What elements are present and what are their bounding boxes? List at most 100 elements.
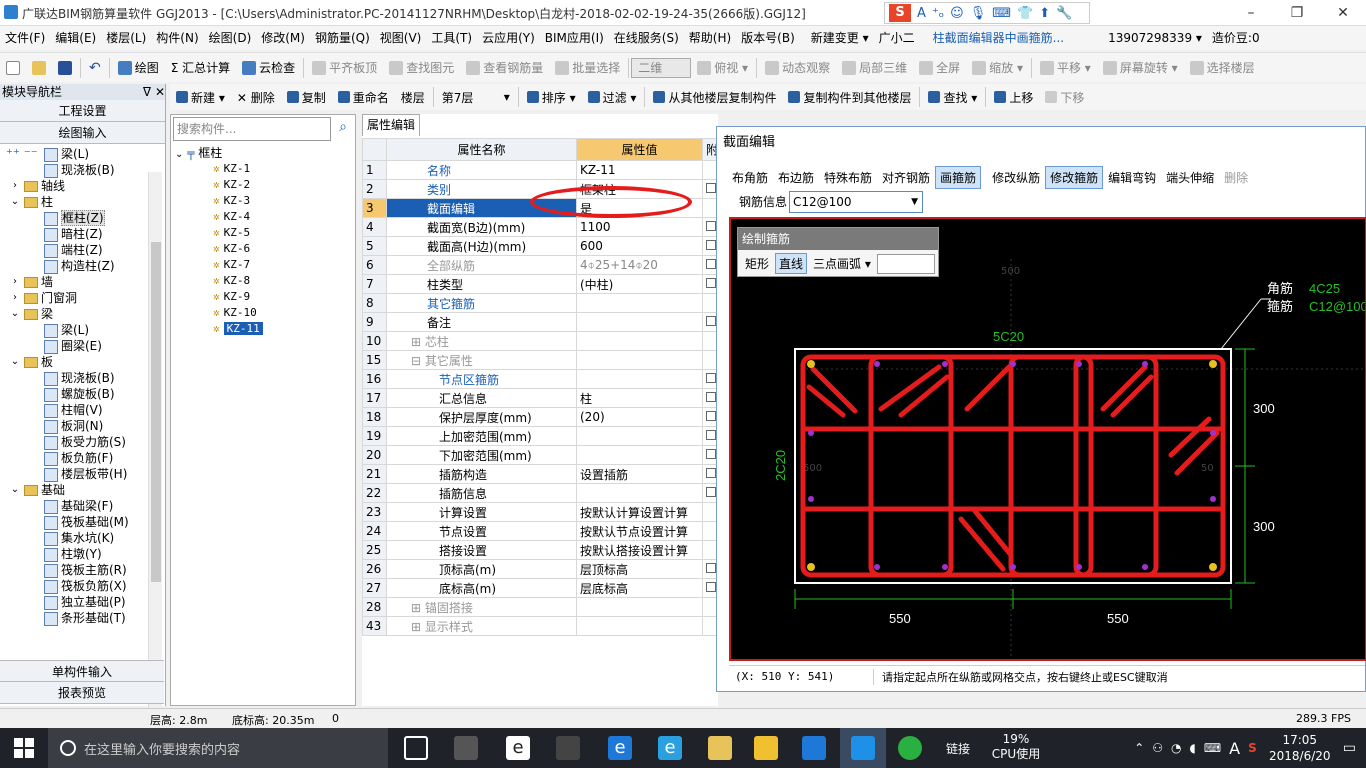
glodon-icon[interactable] (802, 736, 826, 760)
ime-item[interactable]: ⬆ (1039, 6, 1050, 21)
property-value[interactable] (576, 312, 703, 332)
component-item[interactable]: ✲ KZ-2 (213, 177, 250, 193)
menu-item[interactable]: 楼层(L) (101, 26, 151, 50)
property-value[interactable]: 层顶标高 (576, 559, 703, 579)
nav-folder[interactable]: ⌄ 柱 (0, 194, 164, 210)
menu-item[interactable]: 帮助(H) (684, 26, 736, 50)
component-toolbar-button[interactable]: 查找 ▾ (922, 84, 983, 110)
toolbar-button[interactable]: 平移 ▾ (1034, 55, 1097, 81)
nav-folder[interactable]: › 墙 (0, 274, 164, 290)
property-value[interactable] (576, 616, 703, 636)
menu-item[interactable]: BIM应用(I) (540, 26, 609, 50)
component-item[interactable]: ✲ KZ-1 (213, 161, 250, 177)
attach-checkbox[interactable] (706, 259, 716, 269)
ime-item[interactable]: A (917, 6, 926, 21)
toolbar-button[interactable]: 缩放 ▾ (966, 55, 1029, 81)
component-item[interactable]: ✲ KZ-8 (213, 273, 250, 289)
ie-icon[interactable]: e (658, 736, 682, 760)
rebar-info-select[interactable]: C12@100 ▼ (789, 191, 923, 213)
draw-line-button[interactable]: 直线 (775, 253, 808, 274)
nav-scroll-thumb[interactable] (151, 242, 161, 582)
component-toolbar-button[interactable]: 下移 (1039, 84, 1090, 110)
property-value[interactable] (576, 426, 703, 446)
property-row[interactable]: 26 顶标高(m) 层顶标高 (362, 559, 719, 579)
ime-indicator[interactable]: A (1229, 739, 1240, 758)
menu-item[interactable]: 钢筋量(Q) (310, 26, 375, 50)
nav-folder[interactable]: › 门窗洞 (0, 290, 164, 306)
link-label[interactable]: 链接 (946, 740, 970, 757)
nav-project-settings[interactable]: 工程设置 (0, 100, 165, 122)
property-row[interactable]: 23 计算设置 按默认计算设置计算 (362, 502, 719, 522)
component-toolbar-button[interactable]: 过滤 ▾ (582, 84, 643, 110)
nav-tree-item[interactable]: 柱帽(V) (0, 402, 164, 418)
property-row[interactable]: 18 保护层厚度(mm) (20) (362, 407, 719, 427)
section-tool-button[interactable]: 布角筋 (727, 166, 773, 189)
notes-icon[interactable] (754, 736, 778, 760)
property-row[interactable]: 7 柱类型 (中柱) (362, 274, 719, 294)
property-value[interactable]: 设置插筋 (576, 464, 703, 484)
property-row[interactable]: 25 搭接设置 按默认搭接设置计算 (362, 540, 719, 560)
property-value[interactable]: 层底标高 (576, 578, 703, 598)
section-tool-button[interactable]: 编辑弯钩 (1103, 166, 1161, 189)
property-value[interactable]: 1100 (576, 217, 703, 237)
property-value[interactable]: (中柱) (576, 274, 703, 294)
app-icon[interactable] (454, 736, 478, 760)
nav-tree-item[interactable]: 梁(L) (0, 146, 164, 162)
people-icon[interactable]: ⚇ (1152, 741, 1163, 755)
undo-button[interactable]: ↶ (83, 55, 107, 81)
property-value[interactable] (576, 369, 703, 389)
keyboard-icon[interactable]: ⌨ (1204, 741, 1221, 755)
section-tool-button[interactable]: 修改纵筋 (987, 166, 1045, 189)
attach-checkbox[interactable] (706, 240, 716, 250)
menu-item[interactable]: 构件(N) (151, 26, 203, 50)
nav-tree-item[interactable]: 梁(L) (0, 322, 164, 338)
attach-checkbox[interactable] (706, 411, 716, 421)
menu-item[interactable]: 13907298339 ▾ (1103, 26, 1207, 50)
nav-tree-item[interactable]: 基础梁(F) (0, 498, 164, 514)
property-row[interactable]: 22 插筋信息 (362, 483, 719, 503)
property-value[interactable]: (20) (576, 407, 703, 427)
component-item[interactable]: ✲ KZ-6 (213, 241, 250, 257)
property-value[interactable]: 按默认节点设置计算 (576, 521, 703, 541)
property-row[interactable]: 17 汇总信息柱 (362, 388, 719, 408)
menu-item[interactable]: 在线服务(S) (609, 26, 684, 50)
property-row[interactable]: 43 ⊞ 显示样式 (362, 616, 719, 636)
property-row[interactable]: 20 下加密范围(mm) (362, 445, 719, 465)
component-toolbar-button[interactable]: ✕ 删除 (231, 84, 281, 110)
app-icon[interactable] (556, 736, 580, 760)
toolbar-button[interactable]: 云检查 (236, 55, 301, 81)
cpu-usage[interactable]: 19% CPU使用 (990, 732, 1042, 762)
menu-item[interactable]: 柱截面编辑器中画箍筋... (928, 26, 1069, 50)
property-value[interactable] (576, 483, 703, 503)
minimize-button[interactable]: – (1228, 0, 1274, 26)
menu-item[interactable]: 云应用(Y) (477, 26, 540, 50)
nav-tree-item[interactable]: 暗柱(Z) (0, 226, 164, 242)
ime-item[interactable]: 👕 (1017, 6, 1033, 21)
new-file-button[interactable] (0, 55, 26, 81)
property-row[interactable]: 28 ⊞ 锚固搭接 (362, 597, 719, 617)
nav-tree-item[interactable]: 螺旋板(B) (0, 386, 164, 402)
component-toolbar-button[interactable]: 排序 ▾ (521, 84, 582, 110)
windows-start-icon[interactable] (14, 738, 34, 758)
nav-tree-item[interactable]: 板负筋(F) (0, 450, 164, 466)
nav-tree-item[interactable]: 楼层板带(H) (0, 466, 164, 482)
attach-checkbox[interactable] (706, 468, 716, 478)
nav-pin-close[interactable]: ᐁ ✕ (143, 84, 165, 100)
ime-item[interactable]: ⌨ (992, 6, 1011, 21)
nav-tree-item[interactable]: 独立基础(P) (0, 594, 164, 610)
chevron-up-icon[interactable]: ⌃ (1134, 741, 1144, 755)
property-value[interactable] (576, 293, 703, 313)
property-value[interactable]: 4⌽25+14⌽20 (576, 255, 703, 275)
nav-tree-item[interactable]: 筏板主筋(R) (0, 562, 164, 578)
attach-checkbox[interactable] (706, 278, 716, 288)
section-tool-button[interactable]: 端头伸缩 (1161, 166, 1219, 189)
menu-item[interactable]: 版本号(B) (736, 26, 800, 50)
nav-tree-item[interactable]: 现浇板(B) (0, 162, 164, 178)
menu-item[interactable]: 文件(F) (0, 26, 50, 50)
file-explorer-icon[interactable] (708, 736, 732, 760)
restore-button[interactable]: ❐ (1274, 0, 1320, 26)
ime-toolbar[interactable]: S A ⁺ₒ ☺ 🎙 ⌨ 👕 ⬆ 🔧 (884, 2, 1090, 24)
component-toolbar-button[interactable]: 重命名 (332, 84, 395, 110)
property-value[interactable]: 按默认计算设置计算 (576, 502, 703, 522)
sogou-logo-icon[interactable]: S (889, 4, 911, 22)
